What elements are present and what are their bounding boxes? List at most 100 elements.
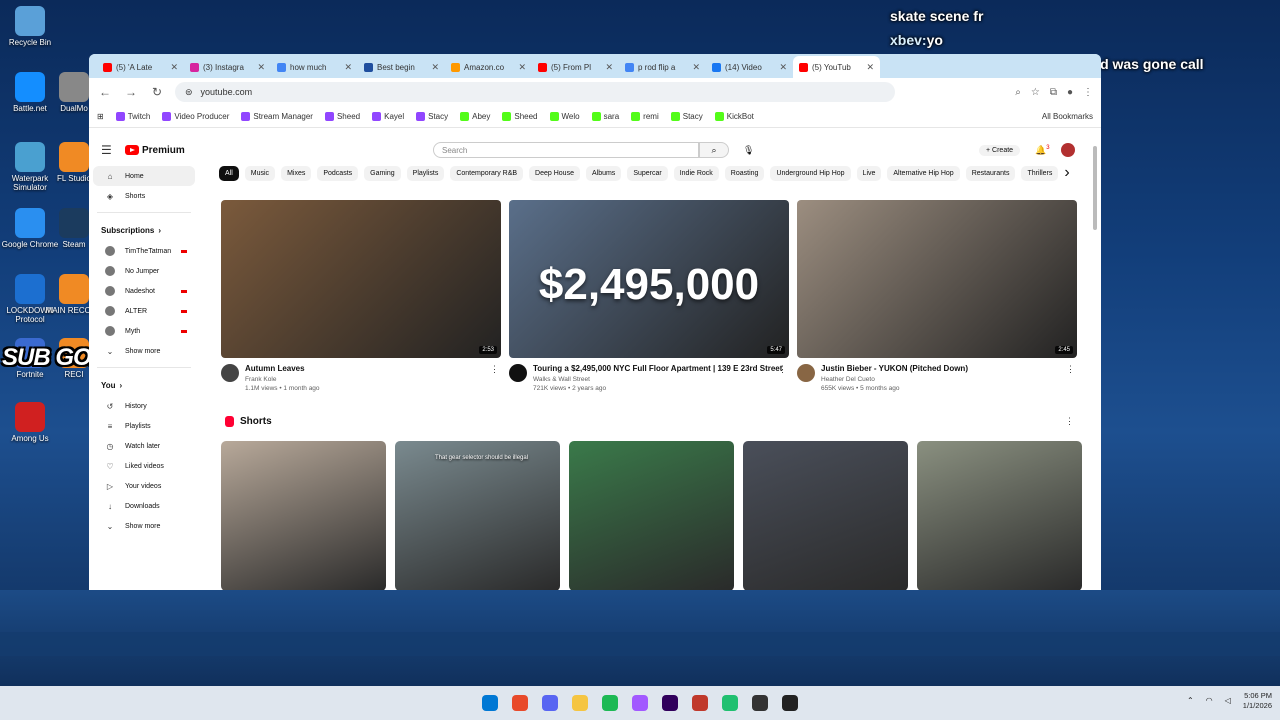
reload-button[interactable]: ↻	[149, 85, 165, 99]
wifi-icon[interactable]: ◠	[1206, 696, 1213, 705]
create-button[interactable]: + Create	[979, 144, 1021, 156]
filter-chip[interactable]: Contemporary R&B	[450, 165, 524, 181]
more-options-icon[interactable]: ⋮	[778, 364, 787, 375]
filter-chip[interactable]: Live	[856, 165, 882, 181]
sidebar-item[interactable]: ⌂ Home	[93, 166, 195, 186]
filter-chip[interactable]: Indie Rock	[673, 165, 719, 181]
bookmark-item[interactable]: Twitch	[115, 112, 150, 121]
filter-chip[interactable]: Albums	[585, 165, 622, 181]
taskbar-app-icon[interactable]	[752, 695, 768, 711]
browser-tab[interactable]: Best begin ✕	[358, 56, 445, 78]
sidebar-you-item[interactable]: ≡ Playlists	[93, 416, 195, 436]
filter-chip[interactable]: Restaurants	[965, 165, 1016, 181]
browser-tab[interactable]: Amazon.co ✕	[445, 56, 532, 78]
video-thumbnail[interactable]: 2:45	[797, 200, 1077, 358]
filter-chip[interactable]: Podcasts	[317, 165, 359, 181]
bookmark-item[interactable]: Welo	[549, 112, 580, 121]
desktop-icon[interactable]: Recycle Bin	[0, 6, 60, 48]
apps-icon[interactable]: ⊞	[97, 112, 104, 121]
sidebar-subscription[interactable]: No Jumper	[93, 261, 195, 281]
video-title[interactable]: Autumn Leaves	[245, 364, 320, 373]
bookmark-item[interactable]: Sheed	[502, 112, 538, 121]
bookmark-star-icon[interactable]: ☆	[1031, 87, 1040, 98]
sidebar-you-item[interactable]: ♡ Liked videos	[93, 456, 195, 476]
sidebar-subscription[interactable]: Nadeshot	[93, 281, 195, 301]
taskbar-app-icon[interactable]	[662, 695, 678, 711]
filter-chip[interactable]: Thrillers	[1021, 165, 1059, 181]
filter-chip[interactable]: Deep House	[529, 165, 580, 181]
hamburger-menu-icon[interactable]: ☰	[101, 143, 112, 157]
bookmark-item[interactable]: Sheed	[324, 112, 360, 121]
youtube-logo[interactable]: Premium	[125, 145, 185, 156]
browser-tab[interactable]: (3) Instagra ✕	[184, 56, 271, 78]
short-thumbnail[interactable]	[917, 441, 1082, 590]
profile-icon[interactable]: ●	[1067, 87, 1073, 98]
bookmark-item[interactable]: sara	[591, 112, 619, 121]
bookmark-item[interactable]: Kayel	[372, 112, 404, 121]
scrollbar-thumb[interactable]	[1093, 146, 1097, 230]
taskbar-app-icon[interactable]	[602, 695, 618, 711]
browser-tab[interactable]: p rod flip a ✕	[619, 56, 706, 78]
taskbar-app-icon[interactable]	[722, 695, 738, 711]
zoom-icon[interactable]: ⌕	[1015, 87, 1021, 98]
tab-close-icon[interactable]: ✕	[257, 62, 265, 73]
tab-close-icon[interactable]: ✕	[605, 62, 613, 73]
back-button[interactable]: ←	[97, 85, 113, 99]
taskbar-app-icon[interactable]	[512, 695, 528, 711]
channel-name[interactable]: Walks & Wall Street	[533, 375, 782, 384]
filter-chip[interactable]: Underground Hip Hop	[770, 165, 851, 181]
more-options-icon[interactable]: ⋮	[490, 364, 499, 375]
filter-chip[interactable]: All	[219, 165, 239, 181]
tab-close-icon[interactable]: ✕	[431, 62, 439, 73]
taskbar-app-icon[interactable]	[782, 695, 798, 711]
sidebar-subscription[interactable]: TimTheTatman	[93, 241, 195, 261]
tab-close-icon[interactable]: ✕	[779, 62, 787, 73]
extensions-icon[interactable]: ⧉	[1050, 87, 1057, 98]
notifications-bell-icon[interactable]: 🔔3	[1035, 145, 1050, 156]
browser-tab[interactable]: (14) Video ✕	[706, 56, 793, 78]
sidebar-subscription[interactable]: ALTER	[93, 301, 195, 321]
tab-close-icon[interactable]: ✕	[344, 62, 352, 73]
more-options-icon[interactable]: ⋮	[1066, 364, 1075, 375]
show-more-button[interactable]: ⌄ Show more	[93, 341, 195, 361]
search-button[interactable]: ⌕	[699, 142, 729, 158]
filter-chip[interactable]: Supercar	[627, 165, 668, 181]
sidebar-subscription[interactable]: Myth	[93, 321, 195, 341]
browser-tab[interactable]: (5) 'A Late ✕	[97, 56, 184, 78]
channel-avatar[interactable]	[221, 364, 239, 382]
bookmark-item[interactable]: Abey	[460, 112, 490, 121]
site-info-icon[interactable]: ⊜	[185, 87, 193, 98]
bookmark-item[interactable]: Video Producer	[162, 112, 229, 121]
account-avatar[interactable]	[1061, 143, 1075, 157]
show-more-button[interactable]: ⌄ Show more	[93, 516, 195, 536]
page-scrollbar[interactable]	[1093, 142, 1099, 582]
video-card[interactable]: 2:53 Autumn Leaves Frank Kole 1.1M views • …	[221, 200, 501, 393]
browser-tab[interactable]: how much ✕	[271, 56, 358, 78]
forward-button[interactable]: →	[123, 85, 139, 99]
chevron-right-icon[interactable]: ›	[1064, 164, 1069, 182]
short-thumbnail[interactable]	[569, 441, 734, 590]
bookmark-item[interactable]: remi	[631, 112, 659, 121]
browser-tab[interactable]: (5) YouTub ✕	[793, 56, 880, 78]
bookmark-item[interactable]: Stacy	[670, 112, 703, 121]
tab-close-icon[interactable]: ✕	[866, 62, 874, 73]
filter-chip[interactable]: Gaming	[364, 165, 401, 181]
taskbar-app-icon[interactable]	[542, 695, 558, 711]
video-title[interactable]: Justin Bieber - YUKON (Pitched Down)	[821, 364, 968, 373]
volume-icon[interactable]: ◁	[1225, 696, 1231, 705]
tab-close-icon[interactable]: ✕	[692, 62, 700, 73]
short-thumbnail[interactable]: That gear selector should be illegal	[395, 441, 560, 590]
sidebar-you-item[interactable]: ↓ Downloads	[93, 496, 195, 516]
filter-chip[interactable]: Alternative Hip Hop	[887, 165, 960, 181]
taskbar-app-icon[interactable]	[482, 695, 498, 711]
video-thumbnail[interactable]: $2,495,000 5:47	[509, 200, 789, 358]
sidebar-you-item[interactable]: ▷ Your videos	[93, 476, 195, 496]
taskbar-clock[interactable]: 5:06 PM 1/1/2026	[1243, 691, 1272, 711]
menu-icon[interactable]: ⋮	[1083, 87, 1093, 98]
channel-name[interactable]: Heather Del Cueto	[821, 375, 968, 384]
microphone-icon[interactable]: 🎙	[743, 145, 754, 156]
channel-avatar[interactable]	[509, 364, 527, 382]
video-title[interactable]: Touring a $2,495,000 NYC Full Floor Apar…	[533, 364, 782, 373]
filter-chip[interactable]: Playlists	[406, 165, 445, 181]
video-thumbnail[interactable]: 2:53	[221, 200, 501, 358]
